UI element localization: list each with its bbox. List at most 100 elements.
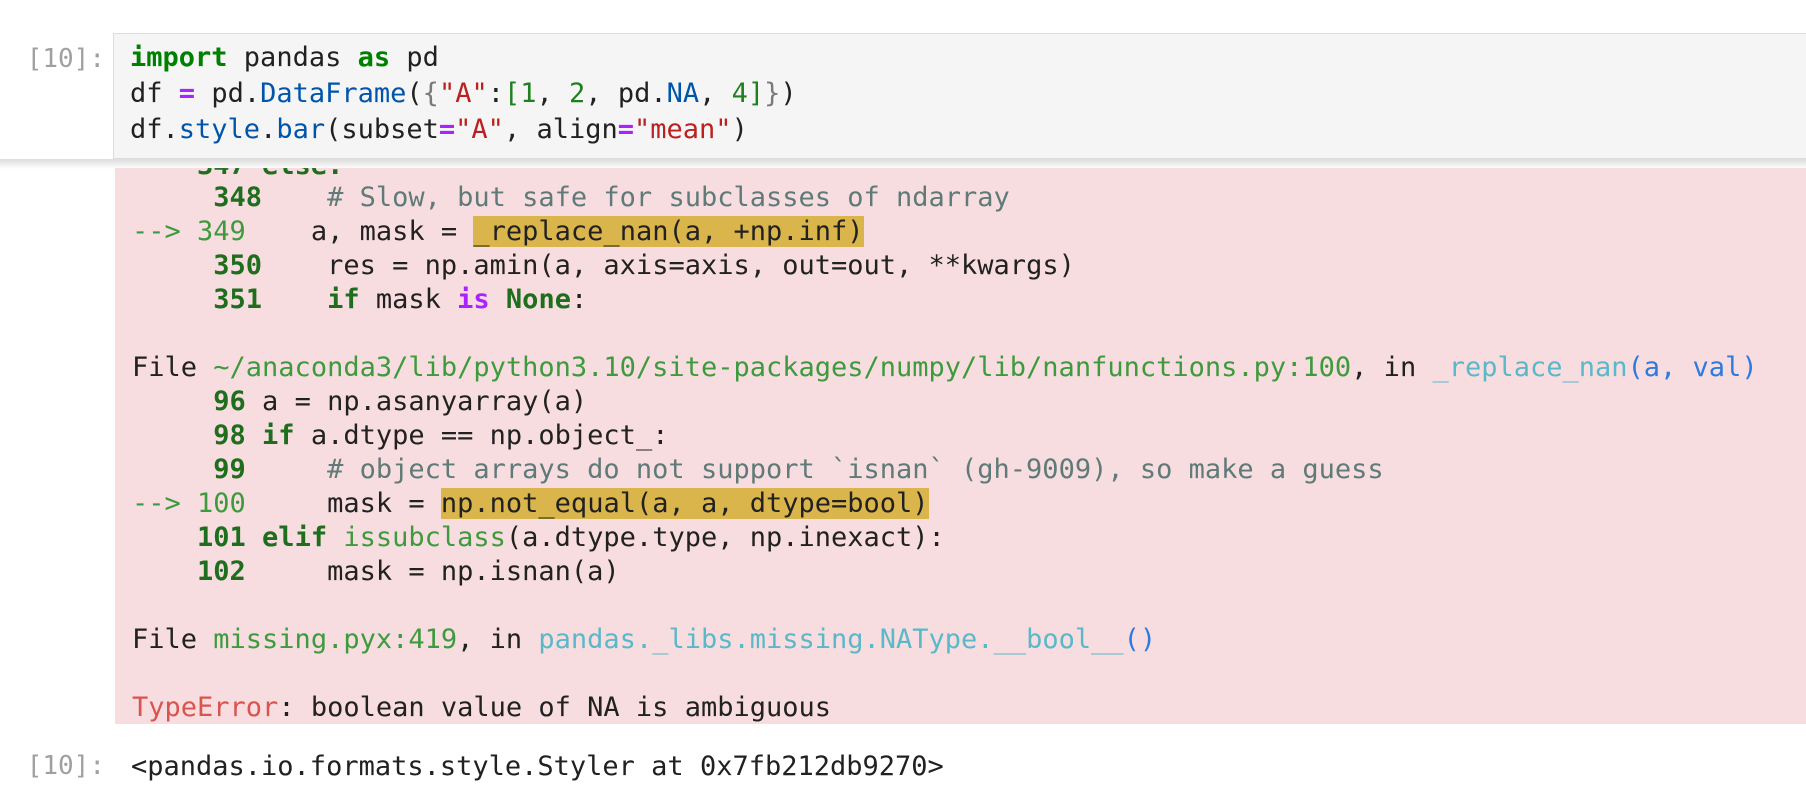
traceback-file-line: File missing.pyx:419, in pandas._libs.mi…	[132, 624, 1156, 655]
token: =	[617, 114, 635, 145]
line-number: 96	[132, 386, 246, 417]
token: )	[731, 114, 748, 145]
token: "A"	[438, 78, 488, 109]
current-line-arrow: -->	[132, 488, 198, 519]
traceback-cut-line: 347 else:	[132, 168, 343, 181]
token: (	[406, 78, 423, 109]
token: "mean"	[634, 114, 732, 145]
traceback-current-line: --> 349 a, mask = _replace_nan(a, +np.in…	[132, 216, 864, 247]
code-comment: # object arrays do not support `isnan` (…	[245, 454, 1384, 485]
keyword: elif	[245, 522, 328, 553]
file-path-link[interactable]: ~/anaconda3/lib/python3.10/site-packages…	[213, 352, 1351, 383]
traceback-line: 101 elif issubclass(a.dtype.type, np.ine…	[132, 522, 945, 553]
token: bar	[276, 114, 326, 145]
traceback-file-line: File ~/anaconda3/lib/python3.10/site-pac…	[132, 352, 1758, 383]
code-text: :	[570, 284, 588, 315]
code-text: a, mask =	[245, 216, 474, 247]
traceback-line: 351 if mask is None:	[132, 284, 587, 315]
token: DataFrame	[260, 78, 407, 109]
token: "A"	[455, 114, 504, 145]
token: 1	[520, 78, 537, 109]
error-message-line: TypeError: boolean value of NA is ambigu…	[132, 692, 831, 723]
highlighted-call: _replace_nan(a, +np.inf)	[473, 216, 864, 247]
keyword-as: as	[357, 42, 391, 73]
output-result: <pandas.io.formats.style.Styler at 0x7fb…	[131, 751, 944, 782]
in-label: , in	[1351, 352, 1433, 383]
traceback-line: 102 mask = np.isnan(a)	[132, 556, 620, 587]
in-label: , in	[457, 624, 539, 655]
file-label: File	[132, 624, 214, 655]
line-number: 348	[180, 182, 263, 213]
file-path-link[interactable]: missing.pyx:419	[213, 624, 457, 655]
code-text: mask	[359, 284, 458, 315]
function-name: pandas._libs.missing.NAType.__bool__	[538, 624, 1124, 655]
module-name: pandas	[227, 42, 358, 73]
code-comment: # Slow, but safe for subclasses of ndarr…	[262, 182, 1010, 213]
keyword-import: import	[130, 42, 228, 73]
code-text: res = np.amin(a, axis=axis, out=out, **k…	[262, 250, 1075, 281]
token: :	[487, 78, 504, 109]
line-number: 99	[132, 454, 246, 485]
file-label: File	[132, 352, 214, 383]
traceback-line: 348 # Slow, but safe for subclasses of n…	[132, 182, 1010, 213]
error-output[interactable]: 347 else: 348 # Slow, but safe for subcl…	[115, 168, 1806, 724]
traceback-line: 96 a = np.asanyarray(a)	[132, 386, 587, 417]
line-number: 100	[197, 488, 246, 519]
token: =	[438, 114, 456, 145]
alias-name: pd	[390, 42, 439, 73]
code-text: a.dtype == np.object_:	[294, 420, 669, 451]
token: df.	[130, 114, 179, 145]
function-name: _replace_nan	[1432, 352, 1628, 383]
token: =	[178, 78, 196, 109]
line-number: 347 else:	[132, 168, 343, 181]
token: ,	[699, 78, 732, 109]
code-text: (a.dtype.type, np.inexact):	[505, 522, 945, 553]
builtin-name: issubclass	[327, 522, 506, 553]
line-number: 98	[132, 420, 246, 451]
traceback-current-line: --> 100 mask = np.not_equal(a, a, dtype=…	[132, 488, 929, 519]
line-number: 349	[197, 216, 246, 247]
code-input-editor[interactable]: import pandas as pd df = pd.DataFrame({"…	[113, 33, 1806, 159]
line-number: 102	[132, 556, 246, 587]
keyword: if	[245, 420, 295, 451]
token: 2	[569, 78, 586, 109]
token: ]	[747, 78, 765, 109]
token: pd.	[617, 78, 667, 109]
token: NA	[666, 78, 700, 109]
line-number: 101	[132, 522, 246, 553]
token: ,	[585, 78, 618, 109]
line-number: 351	[180, 284, 263, 315]
token: style	[178, 114, 261, 145]
token: (subset	[325, 114, 439, 145]
keyword: if	[327, 284, 360, 315]
token: df	[130, 78, 179, 109]
code-line-3: df.style.bar(subset="A", align="mean")	[130, 114, 748, 145]
error-message: : boolean value of NA is ambiguous	[278, 692, 831, 723]
input-shadow	[0, 159, 1806, 169]
code-text: a = np.asanyarray(a)	[245, 386, 588, 417]
code-line-1: import pandas as pd	[130, 42, 439, 73]
keyword: is	[457, 284, 490, 315]
code-line-2: df = pd.DataFrame({"A":[1, 2, pd.NA, 4]}…	[130, 78, 797, 109]
traceback-line: 98 if a.dtype == np.object_:	[132, 420, 668, 451]
code-text: mask = np.isnan(a)	[245, 556, 620, 587]
token: pd.	[211, 78, 261, 109]
code-text: mask =	[245, 488, 441, 519]
error-type: TypeError	[132, 692, 279, 723]
token: 4	[731, 78, 748, 109]
token: ,	[536, 78, 570, 109]
token: .	[260, 114, 277, 145]
token: }	[764, 78, 781, 109]
function-args: ()	[1123, 624, 1157, 655]
traceback-line: 99 # object arrays do not support `isnan…	[132, 454, 1384, 485]
highlighted-call: np.not_equal(a, a, dtype=bool)	[440, 488, 929, 519]
token: [	[503, 78, 521, 109]
input-prompt: [10]:	[26, 44, 105, 74]
token: {	[422, 78, 439, 109]
function-args: (a, val)	[1627, 352, 1758, 383]
token: )	[780, 78, 797, 109]
token: , align	[503, 114, 618, 145]
line-number: 350	[180, 250, 263, 281]
